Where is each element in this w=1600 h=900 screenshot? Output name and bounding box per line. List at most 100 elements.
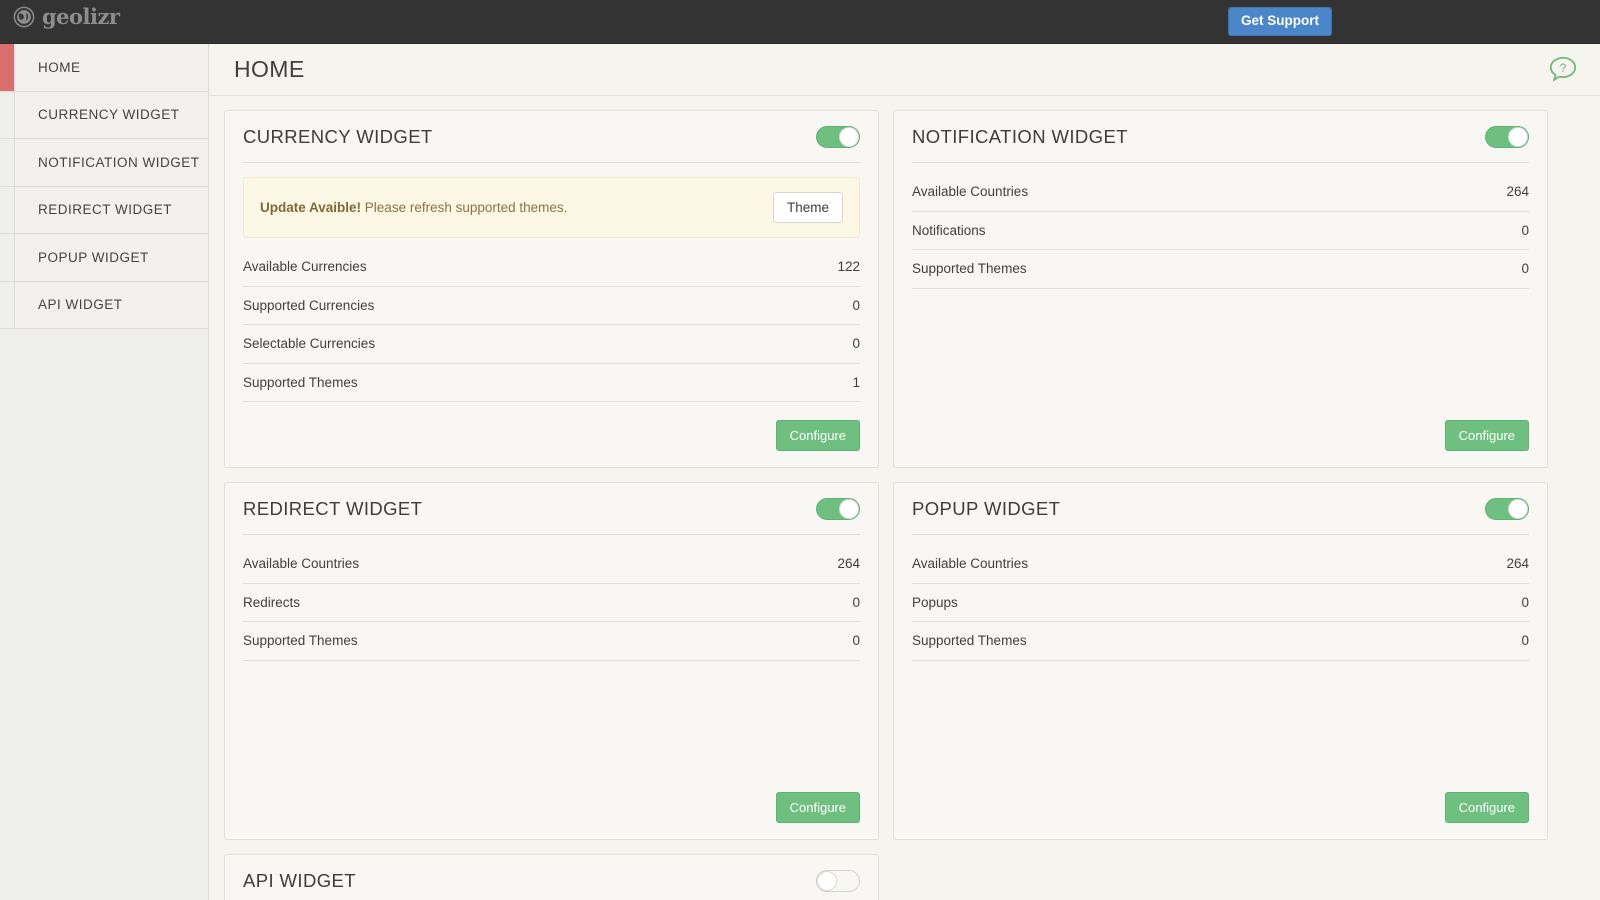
- card-footer: Configure: [912, 778, 1529, 823]
- widget-card: POPUP WIDGET Available Countries 264 Popups…: [893, 482, 1548, 840]
- alert-message: Update Avaible! Please refresh supported…: [260, 200, 567, 215]
- page-header: HOME ?: [210, 44, 1600, 96]
- stat-row: Available Currencies 122: [243, 248, 860, 287]
- stat-value: 0: [852, 297, 860, 313]
- stat-row: Notifications 0: [912, 212, 1529, 250]
- configure-button[interactable]: Configure: [1444, 420, 1529, 451]
- card-title: NOTIFICATION WIDGET: [912, 125, 1128, 147]
- stat-label: Supported Currencies: [243, 297, 375, 313]
- card-header: POPUP WIDGET: [912, 483, 1529, 535]
- sidebar: HOME CURRENCY WIDGET NOTIFICATION WIDGET RE…: [0, 44, 209, 900]
- logo-text: geolizr: [42, 4, 120, 29]
- sidebar-item-redirect-widget[interactable]: REDIRECT WIDGET: [0, 186, 208, 234]
- alert-body: Please refresh supported themes.: [364, 200, 568, 215]
- sidebar-item-home[interactable]: HOME: [0, 44, 208, 92]
- card-footer: Configure: [243, 406, 860, 451]
- stat-value: 0: [1521, 594, 1529, 610]
- help-chat-icon[interactable]: ?: [1548, 54, 1578, 84]
- stat-value: 0: [1521, 633, 1529, 649]
- stat-row: Selectable Currencies 0: [243, 325, 860, 364]
- stat-label: Popups: [912, 594, 958, 610]
- stat-value: 0: [1521, 222, 1529, 238]
- stat-value: 264: [1506, 556, 1529, 572]
- stat-row: Available Countries 264: [912, 545, 1529, 584]
- widget-enable-toggle[interactable]: [1485, 125, 1529, 148]
- stat-label: Supported Themes: [912, 633, 1027, 649]
- get-support-button[interactable]: Get Support: [1228, 7, 1332, 36]
- toggle-knob: [1508, 498, 1528, 519]
- sidebar-item-popup-widget[interactable]: POPUP WIDGET: [0, 234, 208, 282]
- stat-row: Supported Themes 1: [243, 364, 860, 402]
- stat-list: Available Countries 264 Notifications 0 Supp…: [912, 173, 1529, 289]
- stat-value: 0: [852, 594, 860, 610]
- card-footer: Configure: [912, 406, 1529, 451]
- card-title: POPUP WIDGET: [912, 497, 1061, 519]
- widget-enable-toggle[interactable]: [816, 497, 860, 520]
- card-header: CURRENCY WIDGET: [243, 111, 860, 163]
- widget-card: NOTIFICATION WIDGET Available Countries 26…: [893, 110, 1548, 468]
- widget-card: CURRENCY WIDGET Update Avaible! Please re…: [224, 110, 879, 468]
- sidebar-item-label: REDIRECT WIDGET: [38, 202, 173, 218]
- stat-row: Available Countries 264: [243, 545, 860, 584]
- toggle-knob: [817, 870, 837, 891]
- toggle-knob: [839, 498, 859, 519]
- sidebar-item-label: POPUP WIDGET: [38, 249, 149, 265]
- toggle-knob: [1508, 126, 1528, 147]
- widget-card: REDIRECT WIDGET Available Countries 264 Red…: [224, 482, 879, 840]
- widget-card-grid: CURRENCY WIDGET Update Avaible! Please re…: [210, 96, 1600, 900]
- stat-label: Supported Themes: [912, 261, 1027, 277]
- configure-button[interactable]: Configure: [1444, 792, 1529, 823]
- stat-list: Available Countries 264 Popups 0 Supported T…: [912, 545, 1529, 661]
- stat-value: 264: [837, 556, 860, 572]
- refresh-theme-button[interactable]: Theme: [772, 192, 843, 223]
- sidebar-item-label: API WIDGET: [38, 297, 123, 313]
- stat-label: Available Currencies: [243, 259, 367, 275]
- sidebar-item-currency-widget[interactable]: CURRENCY WIDGET: [0, 91, 208, 139]
- page-title: HOME: [234, 56, 305, 82]
- stat-value: 264: [1506, 184, 1529, 200]
- stat-label: Notifications: [912, 222, 986, 238]
- stat-value: 1: [852, 374, 860, 390]
- stat-row: Supported Themes 0: [243, 622, 860, 661]
- card-header: NOTIFICATION WIDGET: [912, 111, 1529, 163]
- card-footer: Configure: [243, 778, 860, 823]
- stat-row: Redirects 0: [243, 584, 860, 622]
- widget-enable-toggle[interactable]: [816, 125, 860, 148]
- sidebar-item-label: CURRENCY WIDGET: [38, 107, 180, 123]
- stat-value: 0: [852, 336, 860, 352]
- app-logo[interactable]: geolizr: [13, 6, 120, 28]
- sidebar-item-label: HOME: [38, 59, 81, 75]
- main-content: HOME ? CURRENCY WIDGET Update Avaible! Pl…: [210, 44, 1600, 900]
- update-alert: Update Avaible! Please refresh supported…: [243, 177, 860, 238]
- stat-row: Popups 0: [912, 584, 1529, 622]
- sidebar-item-label: NOTIFICATION WIDGET: [38, 154, 200, 170]
- stat-row: Supported Themes 0: [912, 250, 1529, 289]
- sidebar-item-api-widget[interactable]: API WIDGET: [0, 281, 208, 329]
- svg-text:?: ?: [1560, 61, 1567, 75]
- globe-icon: [13, 6, 35, 28]
- stat-row: Available Countries 264: [912, 173, 1529, 212]
- widget-card: API WIDGET: [224, 854, 879, 900]
- configure-button[interactable]: Configure: [775, 420, 860, 451]
- stat-value: 0: [1521, 261, 1529, 277]
- stat-label: Supported Themes: [243, 374, 358, 390]
- widget-enable-toggle[interactable]: [1485, 497, 1529, 520]
- toggle-knob: [839, 126, 859, 147]
- card-title: API WIDGET: [243, 869, 356, 891]
- stat-label: Redirects: [243, 594, 301, 610]
- stat-label: Available Countries: [912, 184, 1029, 200]
- stat-label: Supported Themes: [243, 633, 358, 649]
- configure-button[interactable]: Configure: [775, 792, 860, 823]
- widget-enable-toggle[interactable]: [816, 869, 860, 892]
- card-header: REDIRECT WIDGET: [243, 483, 860, 535]
- stat-list: Available Currencies 122 Supported Currenc…: [243, 248, 860, 402]
- stat-value: 122: [837, 259, 860, 275]
- card-title: CURRENCY WIDGET: [243, 125, 433, 147]
- sidebar-item-notification-widget[interactable]: NOTIFICATION WIDGET: [0, 139, 208, 187]
- stat-list: Available Countries 264 Redirects 0 Supporte…: [243, 545, 860, 661]
- stat-row: Supported Currencies 0: [243, 287, 860, 325]
- stat-label: Available Countries: [912, 556, 1029, 572]
- stat-row: Supported Themes 0: [912, 622, 1529, 661]
- card-header: API WIDGET: [243, 855, 860, 900]
- stat-label: Available Countries: [243, 556, 360, 572]
